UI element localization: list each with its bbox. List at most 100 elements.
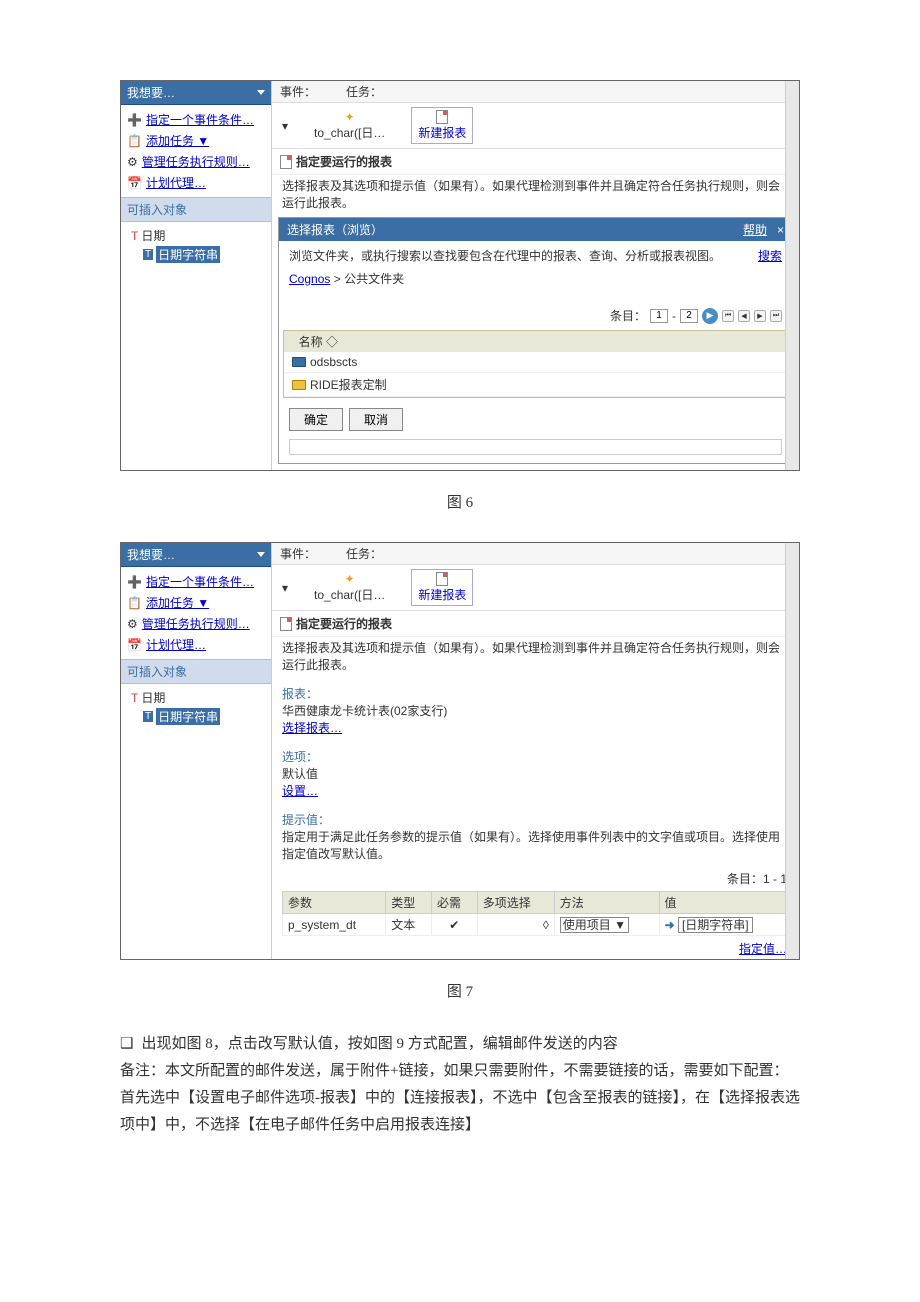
folder-icon (292, 380, 306, 390)
sidebar-item-rules[interactable]: ⚙管理任务执行规则… (121, 613, 271, 634)
panel-header: 指定要运行的报表 (272, 149, 799, 175)
sidebar-link[interactable]: 管理任务执行规则… (142, 153, 250, 170)
sidebar-item-addtask[interactable]: 📋添加任务 ▼ (121, 130, 271, 151)
folder-link[interactable]: odsbscts (310, 355, 357, 369)
sidebar-title: 我想要… (127, 84, 175, 101)
folder-link[interactable]: RIDE报表定制 (310, 376, 387, 393)
toolbar-event-label: 事件： (280, 545, 316, 562)
select-report-dialog: 选择报表（浏览） 帮助 × 浏览文件夹，或执行搜索以查找要包含在代理中的报表、查… (278, 217, 793, 464)
tree-item-datestr[interactable]: T日期字符串 (131, 707, 261, 726)
toolbar-event-button[interactable]: ✦ to_char([日… (308, 108, 391, 143)
sidebar-link[interactable]: 添加任务 ▼ (146, 594, 209, 611)
tree-label: 日期字符串 (156, 708, 220, 725)
prompt-section: 提示值： 指定用于满足此任务参数的提示值（如果有）。选择使用事件列表中的文字值或… (272, 805, 799, 868)
close-icon[interactable]: × (777, 223, 784, 237)
sidebar-link[interactable]: 计划代理… (146, 174, 206, 191)
cell-param: p_system_dt (283, 914, 386, 936)
select-report-link[interactable]: 选择报表… (282, 721, 342, 735)
chevron-down-icon[interactable] (257, 552, 265, 557)
pager-next-button[interactable]: ▶ (754, 310, 766, 322)
tree-item-date[interactable]: T日期 (131, 226, 261, 245)
toolbar-task-label: 任务： (346, 545, 382, 562)
toolbar-newreport-button[interactable]: 新建报表 (411, 107, 473, 144)
sidebar-item-rules[interactable]: ⚙管理任务执行规则… (121, 151, 271, 172)
sidebar-item-condition[interactable]: ➕指定一个事件条件… (121, 571, 271, 592)
empty-box (289, 439, 782, 455)
report-section: 报表： 华西健康龙卡统计表(02家支行) 选择报表… (272, 679, 799, 742)
toolbar: 事件： 任务： (272, 81, 799, 103)
dialog-help-link[interactable]: 帮助 (743, 223, 767, 237)
report-icon (280, 155, 292, 169)
table-header: 名称 ◇ (283, 330, 788, 352)
sidebar-item-agent[interactable]: 📅计划代理… (121, 172, 271, 193)
options-section: 选项： 默认值 设置… (272, 742, 799, 805)
method-select[interactable]: 使用项目 ▼ (560, 917, 629, 933)
pager-go-button[interactable]: ▶ (702, 308, 718, 324)
report-icon (436, 572, 448, 586)
panel-hint: 选择报表及其选项和提示值（如果有）。如果代理检测到事件并且确定符合任务执行规则，… (272, 637, 799, 679)
pager-to-input[interactable] (680, 309, 698, 323)
pager-from-input[interactable] (650, 309, 668, 323)
set-options-link[interactable]: 设置… (282, 784, 318, 798)
param-row: p_system_dt 文本 ✔ ◊ 使用项目 ▼ ➜ [日期字符串] (283, 914, 789, 936)
th-multi: 多项选择 (477, 892, 554, 914)
sidebar-link[interactable]: 管理任务执行规则… (142, 615, 250, 632)
body-text: ❑ 出现如图 8，点击改写默认值，按如图 9 方式配置，编辑邮件发送的内容 备注… (120, 1031, 800, 1139)
tree-item-datestr[interactable]: T日期字符串 (131, 245, 261, 264)
cell-multi: ◊ (477, 914, 554, 936)
ok-button[interactable]: 确定 (289, 408, 343, 431)
sidebar-insert-header: 可插入对象 (121, 197, 271, 222)
table-row[interactable]: RIDE报表定制 (284, 373, 787, 397)
sidebar-header: 我想要… (121, 543, 271, 567)
main-panel: 事件： 任务： ▾ ✦ to_char([日… 新建报表 指定要运行的报表 (271, 543, 799, 959)
col-name[interactable]: 名称 ◇ (299, 335, 338, 349)
tree-item-date[interactable]: T日期 (131, 688, 261, 707)
pager-first-button[interactable]: ⏮ (722, 310, 734, 322)
th-type: 类型 (386, 892, 432, 914)
text-line2: 备注：本文所配置的邮件发送，属于附件+链接，如果只需要附件，不需要链接的话，需要… (120, 1058, 800, 1139)
pager-prev-button[interactable]: ◀ (738, 310, 750, 322)
panel-title: 指定要运行的报表 (296, 153, 392, 170)
main-panel: 事件： 任务： ▾ ✦ to_char([日… 新建报表 指定要运行的报表 (271, 81, 799, 470)
report-name: 华西健康龙卡统计表(02家支行) (282, 702, 789, 719)
cell-required: ✔ (431, 914, 477, 936)
sidebar-link[interactable]: 计划代理… (146, 636, 206, 653)
pager-label: 条目： (610, 307, 646, 324)
pager: 条目： - ▶ ⏮ ◀ ▶ ⏭ (289, 307, 782, 324)
vertical-scrollbar[interactable] (785, 543, 799, 959)
sidebar-item-agent[interactable]: 📅计划代理… (121, 634, 271, 655)
toolbar-event-button[interactable]: ✦ to_char([日… (308, 570, 391, 605)
figure-caption: 图 6 (0, 491, 920, 512)
sidebar-item-condition[interactable]: ➕指定一个事件条件… (121, 109, 271, 130)
cancel-button[interactable]: 取消 (349, 408, 403, 431)
dialog-header: 选择报表（浏览） 帮助 × (279, 218, 792, 241)
figure-caption: 图 7 (0, 980, 920, 1001)
chevron-down-icon[interactable] (257, 90, 265, 95)
sidebar-link[interactable]: 指定一个事件条件… (146, 573, 254, 590)
arrow-right-icon: ➜ (665, 918, 675, 932)
toolbar-newreport-text: 新建报表 (418, 586, 466, 603)
screenshot-fig6: 我想要… ➕指定一个事件条件… 📋添加任务 ▼ ⚙管理任务执行规则… 📅计划代理… (120, 80, 800, 471)
dialog-search-link[interactable]: 搜索 (758, 247, 782, 264)
vertical-scrollbar[interactable] (785, 81, 799, 470)
sidebar-item-addtask[interactable]: 📋添加任务 ▼ (121, 592, 271, 613)
panel-title: 指定要运行的报表 (296, 615, 392, 632)
screenshot-fig7: 我想要… ➕指定一个事件条件… 📋添加任务 ▼ ⚙管理任务执行规则… 📅计划代理… (120, 542, 800, 960)
toolbar-newreport-button[interactable]: 新建报表 (411, 569, 473, 606)
sidebar-title: 我想要… (127, 546, 175, 563)
sidebar-link[interactable]: 添加任务 ▼ (146, 132, 209, 149)
breadcrumb: Cognos > 公共文件夹 (289, 270, 782, 287)
params-table: 参数 类型 必需 多项选择 方法 值 p_system_dt 文本 ✔ ◊ 使用… (282, 891, 789, 936)
pager-last-button[interactable]: ⏭ (770, 310, 782, 322)
text-line1: 出现如图 8，点击改写默认值，按如图 9 方式配置，编辑邮件发送的内容 (141, 1031, 617, 1058)
prompt-label: 提示值： (282, 811, 789, 828)
specify-value-link[interactable]: 指定值… (739, 942, 787, 956)
th-param: 参数 (283, 892, 386, 914)
toolbar-newreport-text: 新建报表 (418, 124, 466, 141)
cell-type: 文本 (386, 914, 432, 936)
insert-tree: T日期 T日期字符串 (121, 684, 271, 730)
breadcrumb-root[interactable]: Cognos (289, 272, 330, 286)
sidebar-link[interactable]: 指定一个事件条件… (146, 111, 254, 128)
entry-count: 条目：1 - 1 (272, 868, 799, 889)
table-row[interactable]: odsbscts (284, 352, 787, 373)
